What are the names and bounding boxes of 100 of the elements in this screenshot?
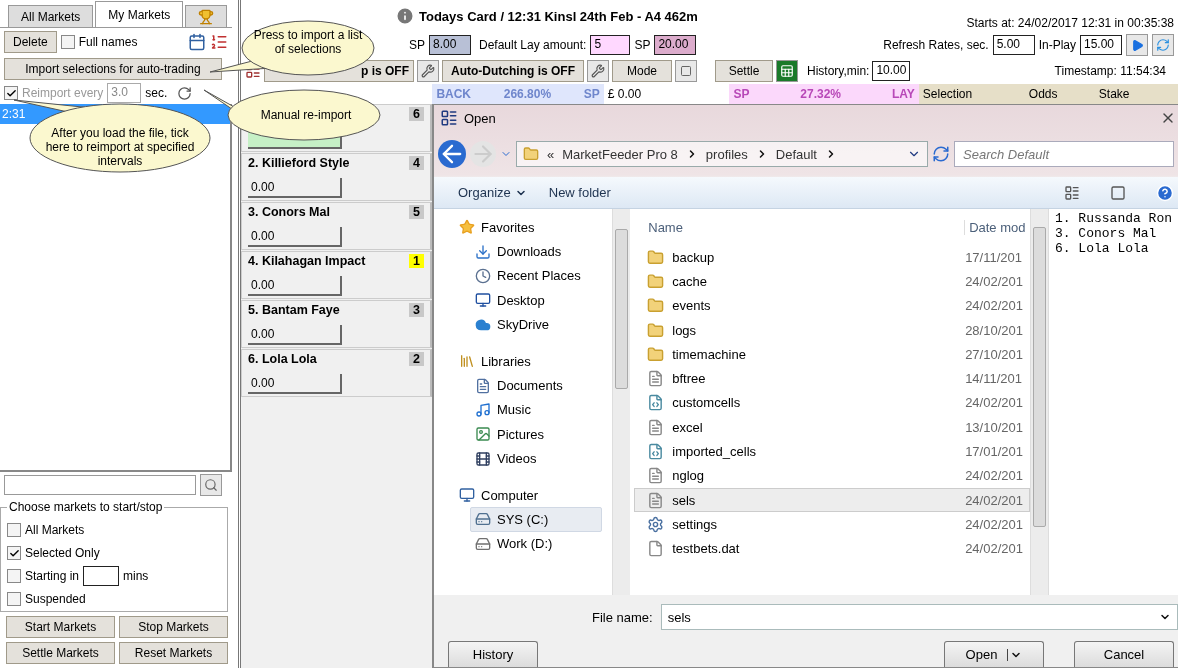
tab[interactable]: My Markets [95, 1, 184, 27]
file-row[interactable]: imported_cells 17/01/201 [634, 439, 1031, 464]
new-folder-button[interactable]: New folder [548, 185, 611, 200]
runner-name: 6. Lola Lola [248, 352, 317, 366]
column-header: Stake [1098, 87, 1130, 101]
tab[interactable]: All Markets [8, 5, 94, 27]
market-button[interactable]: Stop Markets [119, 616, 228, 638]
breadcrumb-item[interactable]: MarketFeeder Pro 8 [562, 146, 678, 162]
file-row[interactable]: logs 28/10/201 [634, 317, 1031, 343]
column-header[interactable]: Name [648, 219, 683, 235]
cancel-button[interactable]: Cancel [1074, 641, 1174, 667]
inplay-field[interactable]: 15.00 [1080, 35, 1122, 55]
refresh-icon[interactable] [177, 85, 193, 101]
organize-menu[interactable]: Organize [458, 185, 511, 200]
nav-item[interactable]: Documents [470, 373, 603, 398]
view-icon[interactable] [1064, 184, 1080, 201]
file-name-field[interactable]: sels [660, 604, 1178, 630]
nav-item[interactable]: Favorites [454, 215, 603, 240]
history-field[interactable]: 10.00 [872, 61, 911, 81]
back-icon[interactable] [438, 140, 466, 168]
trophy-tab[interactable] [185, 5, 228, 27]
auto-dutching-button[interactable]: Auto-Dutching is OFF [442, 60, 584, 82]
history-button[interactable]: History [448, 641, 538, 667]
mode-button[interactable]: Mode [612, 60, 672, 82]
search-button[interactable] [200, 474, 222, 496]
settle-button[interactable]: Settle [715, 60, 773, 82]
nav-item[interactable]: Libraries [454, 348, 603, 374]
nav-item[interactable]: SYS (C:) [470, 507, 603, 532]
file-row[interactable]: sels 24/02/201 [634, 487, 1031, 513]
stake-field[interactable]: 0.00 [248, 178, 342, 198]
search-field[interactable]: Search Default [954, 141, 1174, 167]
stake-field[interactable]: 0.00 [248, 276, 342, 296]
nav-item[interactable]: Recent Places [470, 263, 603, 289]
file-row[interactable]: excel 13/10/201 [634, 415, 1031, 440]
refresh-button[interactable] [1152, 34, 1174, 56]
stake-field[interactable]: 0.00 [248, 374, 342, 394]
sp-label: SP [733, 87, 750, 101]
checkbox[interactable] [7, 523, 21, 537]
nav-item[interactable]: Computer [454, 482, 603, 508]
import-selections-button[interactable]: Import selections for auto-trading [4, 58, 222, 80]
nav-item[interactable]: Music [470, 397, 603, 423]
wrench-button[interactable] [587, 60, 609, 82]
breadcrumb-item[interactable]: « [547, 146, 555, 162]
file-row[interactable]: nglog 24/02/201 [634, 463, 1031, 488]
calendar-icon[interactable] [188, 33, 206, 51]
file-row[interactable]: backup 17/11/201 [634, 245, 1031, 270]
dialog-icon [440, 109, 458, 127]
minutes-field[interactable] [83, 566, 120, 586]
sp-label: SP [583, 87, 600, 101]
lay-label: LAY [891, 87, 915, 101]
start-time: Starts at: 24/02/2017 12:31 in 00:35:38 [966, 16, 1174, 30]
file-row[interactable]: settings 24/02/201 [634, 512, 1031, 537]
address-bar[interactable]: « MarketFeeder Pro 8 profiles Default [516, 141, 928, 167]
checkbox[interactable] [7, 569, 21, 583]
stake-field[interactable]: 0.00 [248, 325, 342, 345]
ratio-button[interactable] [675, 60, 697, 82]
open-button[interactable]: Open [944, 641, 1044, 667]
market-button[interactable]: Start Markets [6, 616, 115, 638]
monitor-icon [475, 292, 491, 309]
info-icon[interactable] [395, 6, 415, 26]
dropdown-icon[interactable] [1007, 648, 1023, 661]
nav-item[interactable]: Downloads [470, 239, 603, 264]
market-button[interactable]: Settle Markets [6, 642, 115, 664]
checkbox[interactable] [60, 35, 75, 49]
file-row[interactable]: cache 24/02/201 [634, 269, 1031, 294]
wrench-button[interactable] [417, 60, 439, 82]
refresh-field[interactable]: 5.00 [992, 35, 1035, 55]
refresh-icon[interactable] [932, 145, 950, 163]
delete-button[interactable]: Delete [4, 31, 57, 53]
clock-icon [475, 267, 491, 284]
nav-item[interactable]: SkyDrive [470, 312, 603, 337]
excel-button[interactable] [776, 60, 798, 82]
checkbox[interactable] [7, 546, 21, 560]
checkbox[interactable] [7, 592, 21, 606]
scrollbar[interactable] [1030, 209, 1048, 595]
market-button[interactable]: Reset Markets [119, 642, 228, 664]
search-field[interactable] [4, 475, 196, 495]
file-row[interactable]: bftree 14/11/201 [634, 366, 1031, 391]
preview-pane-icon[interactable] [1110, 184, 1126, 201]
stake-field[interactable]: 0.00 [248, 227, 342, 247]
breadcrumb-item[interactable]: profiles [705, 146, 748, 162]
back-sp-field[interactable]: 8.00 [429, 35, 471, 55]
file-row[interactable]: testbets.dat 24/02/201 [634, 536, 1031, 561]
file-row[interactable]: timemachine 27/10/201 [634, 342, 1031, 367]
scrollbar[interactable] [612, 209, 631, 595]
sort-icon[interactable] [210, 33, 228, 51]
play-button[interactable] [1126, 34, 1148, 56]
file-row[interactable]: customcells 24/02/201 [634, 390, 1031, 416]
help-icon[interactable] [1156, 183, 1174, 202]
lay-sp-field[interactable]: 20.00 [654, 35, 697, 55]
nav-item[interactable]: Desktop [470, 288, 603, 313]
interval-field[interactable]: 3.0 [107, 83, 142, 103]
file-row[interactable]: events 24/02/201 [634, 293, 1031, 318]
lay-amount-field[interactable]: 5 [590, 35, 631, 55]
nav-item[interactable]: Videos [470, 446, 603, 471]
breadcrumb-item[interactable]: Default [775, 146, 817, 162]
nav-item[interactable]: Work (D:) [470, 531, 603, 557]
runner-name: 4. Kilahagan Impact [248, 254, 366, 268]
checkbox[interactable] [4, 86, 18, 100]
nav-item[interactable]: Pictures [470, 422, 603, 447]
